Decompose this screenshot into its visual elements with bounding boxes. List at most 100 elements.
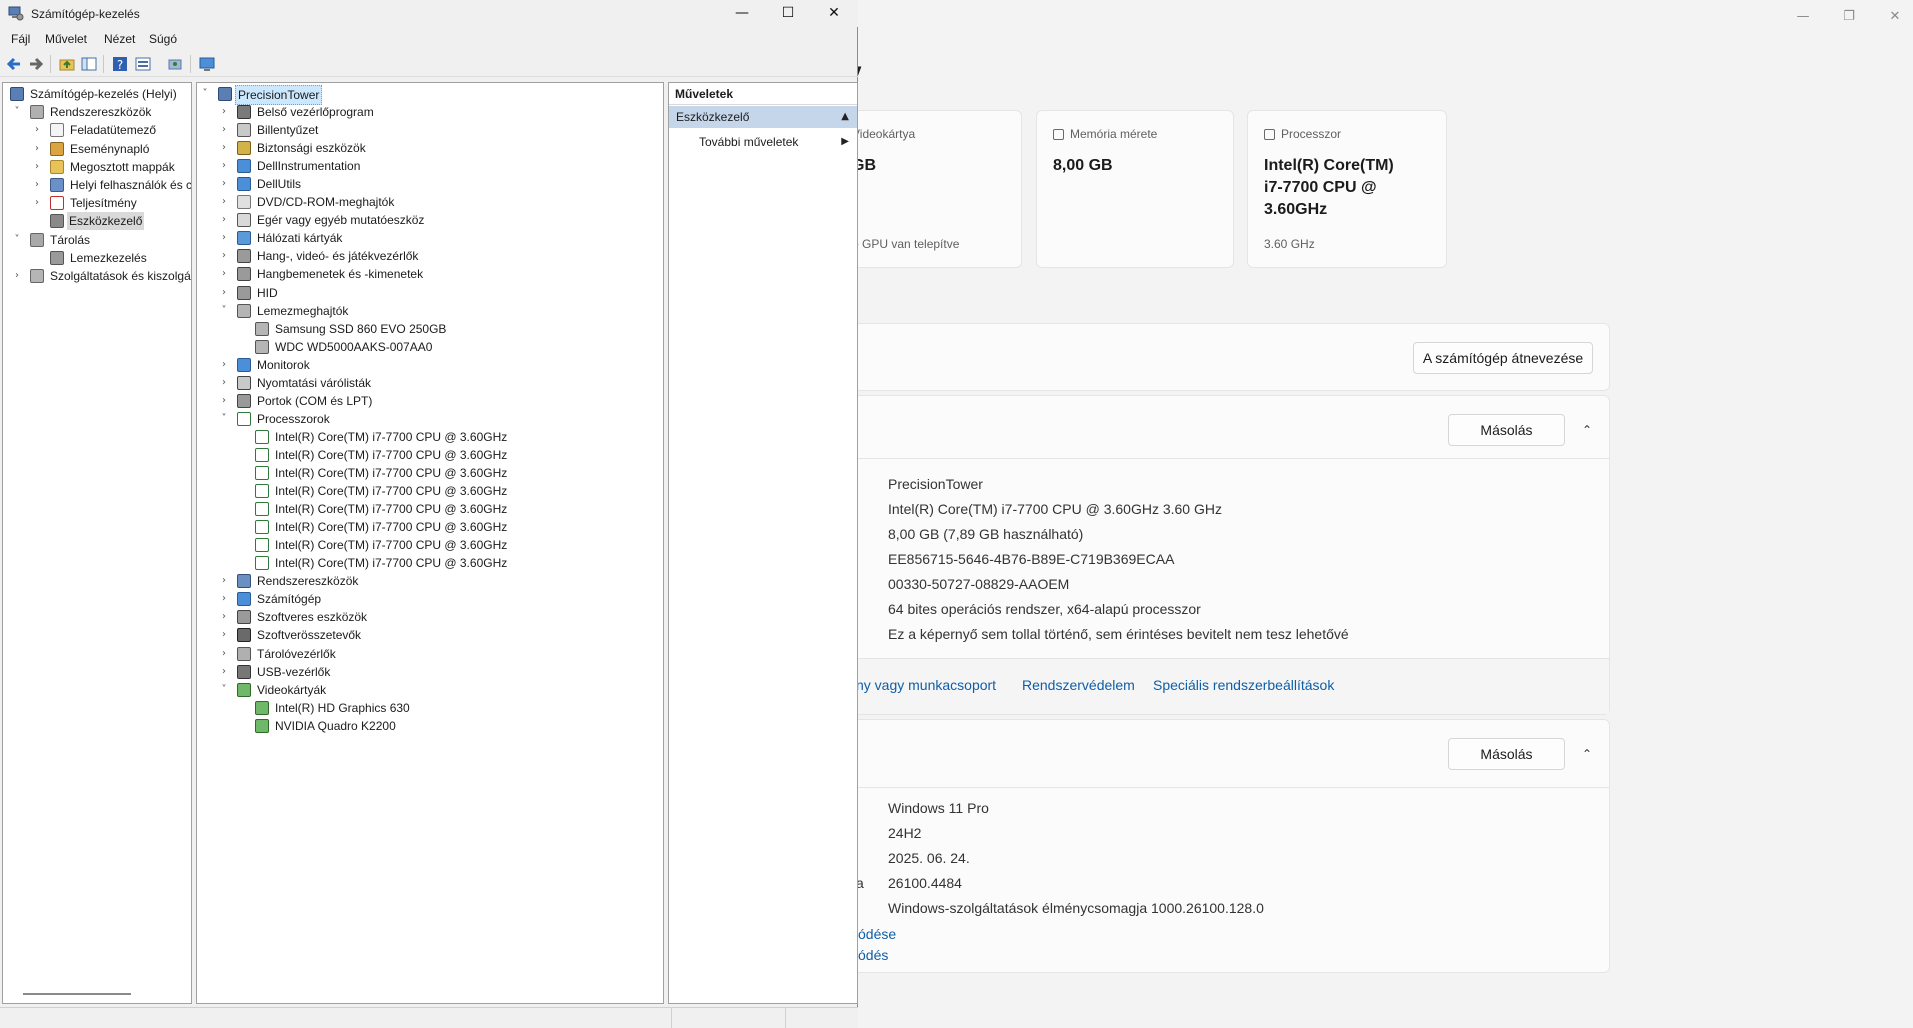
expand-chevron-icon[interactable]: › [218, 157, 230, 175]
menu-file[interactable]: Fájl [11, 32, 30, 46]
device-category[interactable]: › Rendszereszközök [197, 572, 663, 590]
terms-link-fragment[interactable]: ódés [858, 947, 888, 963]
help-icon[interactable]: ? [111, 55, 129, 73]
left-tree-item[interactable]: ˅ Rendszereszközök [3, 103, 191, 121]
device-item[interactable]: Intel(R) Core(TM) i7-7700 CPU @ 3.60GHz [197, 482, 663, 500]
expand-chevron-icon[interactable]: › [218, 663, 230, 681]
more-actions-item[interactable]: További műveletek [699, 135, 798, 149]
device-category[interactable]: › HID [197, 284, 663, 302]
expand-chevron-icon[interactable]: › [218, 103, 230, 121]
left-tree-item[interactable]: › Eseménynapló [3, 140, 191, 158]
collapse-chevron-icon[interactable]: ˅ [218, 302, 230, 320]
collapse-chevron-icon[interactable]: ˅ [199, 85, 211, 103]
expand-chevron-icon[interactable]: › [218, 284, 230, 302]
expand-chevron-icon[interactable]: › [31, 158, 43, 176]
expand-chevron-icon[interactable]: › [31, 140, 43, 158]
left-tree-item[interactable]: Eszközkezelő [3, 212, 191, 231]
horizontal-scrollbar[interactable] [23, 993, 131, 995]
device-item[interactable]: Intel(R) Core(TM) i7-7700 CPU @ 3.60GHz [197, 446, 663, 464]
domain-workgroup-link[interactable]: ny vagy munkacsoport [856, 677, 996, 693]
expand-chevron-icon[interactable]: › [31, 194, 43, 212]
copy-windows-specs-button[interactable]: Másolás [1448, 738, 1565, 770]
device-item[interactable]: NVIDIA Quadro K2200 [197, 717, 663, 735]
license-link-fragment[interactable]: ódése [858, 926, 896, 942]
device-category[interactable]: ˅ Videokártyák [197, 681, 663, 699]
device-category[interactable]: › Nyomtatási várólisták [197, 374, 663, 392]
system-protection-link[interactable]: Rendszervédelem [1022, 677, 1135, 693]
device-item[interactable]: WDC WD5000AAKS-007AA0 [197, 338, 663, 356]
device-category[interactable]: ˅ Processzorok [197, 410, 663, 428]
left-tree-item[interactable]: › Feladatütemező [3, 121, 191, 139]
expand-chevron-icon[interactable]: › [31, 121, 43, 139]
device-category[interactable]: › DVD/CD-ROM-meghajtók [197, 193, 663, 211]
device-item[interactable]: Intel(R) Core(TM) i7-7700 CPU @ 3.60GHz [197, 536, 663, 554]
device-item[interactable]: Samsung SSD 860 EVO 250GB [197, 320, 663, 338]
left-tree-item[interactable]: › Teljesítmény [3, 194, 191, 212]
rename-computer-button[interactable]: A számítógép átnevezése [1413, 342, 1593, 374]
device-category[interactable]: › Számítógép [197, 590, 663, 608]
left-tree-item[interactable]: › Helyi felhasználók és cs [3, 176, 191, 194]
expand-chevron-icon[interactable]: › [218, 356, 230, 374]
maximize-button[interactable]: ☐ [765, 0, 811, 27]
close-button[interactable]: ✕ [811, 0, 857, 27]
expand-chevron-icon[interactable]: › [218, 392, 230, 410]
left-tree-item[interactable]: ˅ Tárolás [3, 231, 191, 249]
collapse-device-specs-icon[interactable]: ⌃ [1577, 420, 1597, 440]
device-category[interactable]: › Biztonsági eszközök [197, 139, 663, 157]
collapse-chevron-icon[interactable]: ˅ [218, 681, 230, 699]
scan-hardware-icon[interactable] [166, 55, 184, 73]
properties-icon[interactable] [134, 55, 152, 73]
show-hide-tree-icon[interactable] [80, 55, 98, 73]
collapse-arrow-icon[interactable]: ▲ [841, 111, 849, 122]
settings-minimize-button[interactable]: — [1780, 4, 1826, 30]
expand-chevron-icon[interactable]: › [218, 626, 230, 644]
settings-maximize-button[interactable]: ❐ [1826, 4, 1872, 30]
expand-chevron-icon[interactable]: › [218, 175, 230, 193]
device-category[interactable]: › Egér vagy egyéb mutatóeszköz [197, 211, 663, 229]
menu-action[interactable]: Művelet [45, 32, 87, 46]
expand-chevron-icon[interactable]: › [218, 265, 230, 283]
expand-chevron-icon[interactable]: › [218, 645, 230, 663]
forward-arrow-icon[interactable] [27, 55, 45, 73]
device-category[interactable]: › Billentyűzet [197, 121, 663, 139]
left-tree-item[interactable]: Számítógép-kezelés (Helyi) [3, 85, 191, 103]
expand-chevron-icon[interactable]: › [218, 211, 230, 229]
device-category[interactable]: › USB-vezérlők [197, 663, 663, 681]
actions-section-device-manager[interactable]: Eszközkezelő ▲ [669, 106, 857, 128]
left-tree-item[interactable]: › Megosztott mappák [3, 158, 191, 176]
device-category[interactable]: › Belső vezérlőprogram [197, 103, 663, 121]
advanced-system-settings-link[interactable]: Speciális rendszerbeállítások [1153, 677, 1334, 693]
device-item[interactable]: Intel(R) Core(TM) i7-7700 CPU @ 3.60GHz [197, 518, 663, 536]
device-item[interactable]: Intel(R) Core(TM) i7-7700 CPU @ 3.60GHz [197, 464, 663, 482]
copy-device-specs-button[interactable]: Másolás [1448, 414, 1565, 446]
back-arrow-icon[interactable] [5, 55, 23, 73]
menu-view[interactable]: Nézet [104, 32, 135, 46]
expand-chevron-icon[interactable]: › [218, 139, 230, 157]
expand-chevron-icon[interactable]: › [218, 229, 230, 247]
expand-chevron-icon[interactable]: › [218, 247, 230, 265]
device-category[interactable]: › Hangbemenetek és -kimenetek [197, 265, 663, 283]
device-category[interactable]: › Tárolóvezérlők [197, 645, 663, 663]
collapse-chevron-icon[interactable]: ˅ [11, 103, 23, 121]
left-tree-item[interactable]: › Szolgáltatások és kiszolgáló [3, 267, 191, 285]
left-tree-item[interactable]: Lemezkezelés [3, 249, 191, 267]
collapse-chevron-icon[interactable]: ˅ [218, 410, 230, 428]
expand-chevron-icon[interactable]: › [218, 572, 230, 590]
device-category[interactable]: › Szoftveres eszközök [197, 608, 663, 626]
submenu-arrow-icon[interactable]: ▶ [841, 136, 849, 147]
device-tree-root[interactable]: ˅ PrecisionTower [197, 85, 663, 105]
expand-chevron-icon[interactable]: › [218, 590, 230, 608]
minimize-button[interactable]: — [719, 0, 765, 27]
device-category[interactable]: ˅ Lemezmeghajtók [197, 302, 663, 320]
up-folder-icon[interactable] [58, 55, 76, 73]
settings-close-button[interactable]: ✕ [1872, 4, 1913, 30]
expand-chevron-icon[interactable]: › [11, 267, 23, 285]
menu-help[interactable]: Súgó [149, 32, 177, 46]
device-category[interactable]: › DellInstrumentation [197, 157, 663, 175]
expand-chevron-icon[interactable]: › [31, 176, 43, 194]
device-category[interactable]: › DellUtils [197, 175, 663, 193]
collapse-windows-specs-icon[interactable]: ⌃ [1577, 744, 1597, 764]
expand-chevron-icon[interactable]: › [218, 374, 230, 392]
collapse-chevron-icon[interactable]: ˅ [11, 231, 23, 249]
monitor-icon[interactable] [198, 55, 216, 73]
